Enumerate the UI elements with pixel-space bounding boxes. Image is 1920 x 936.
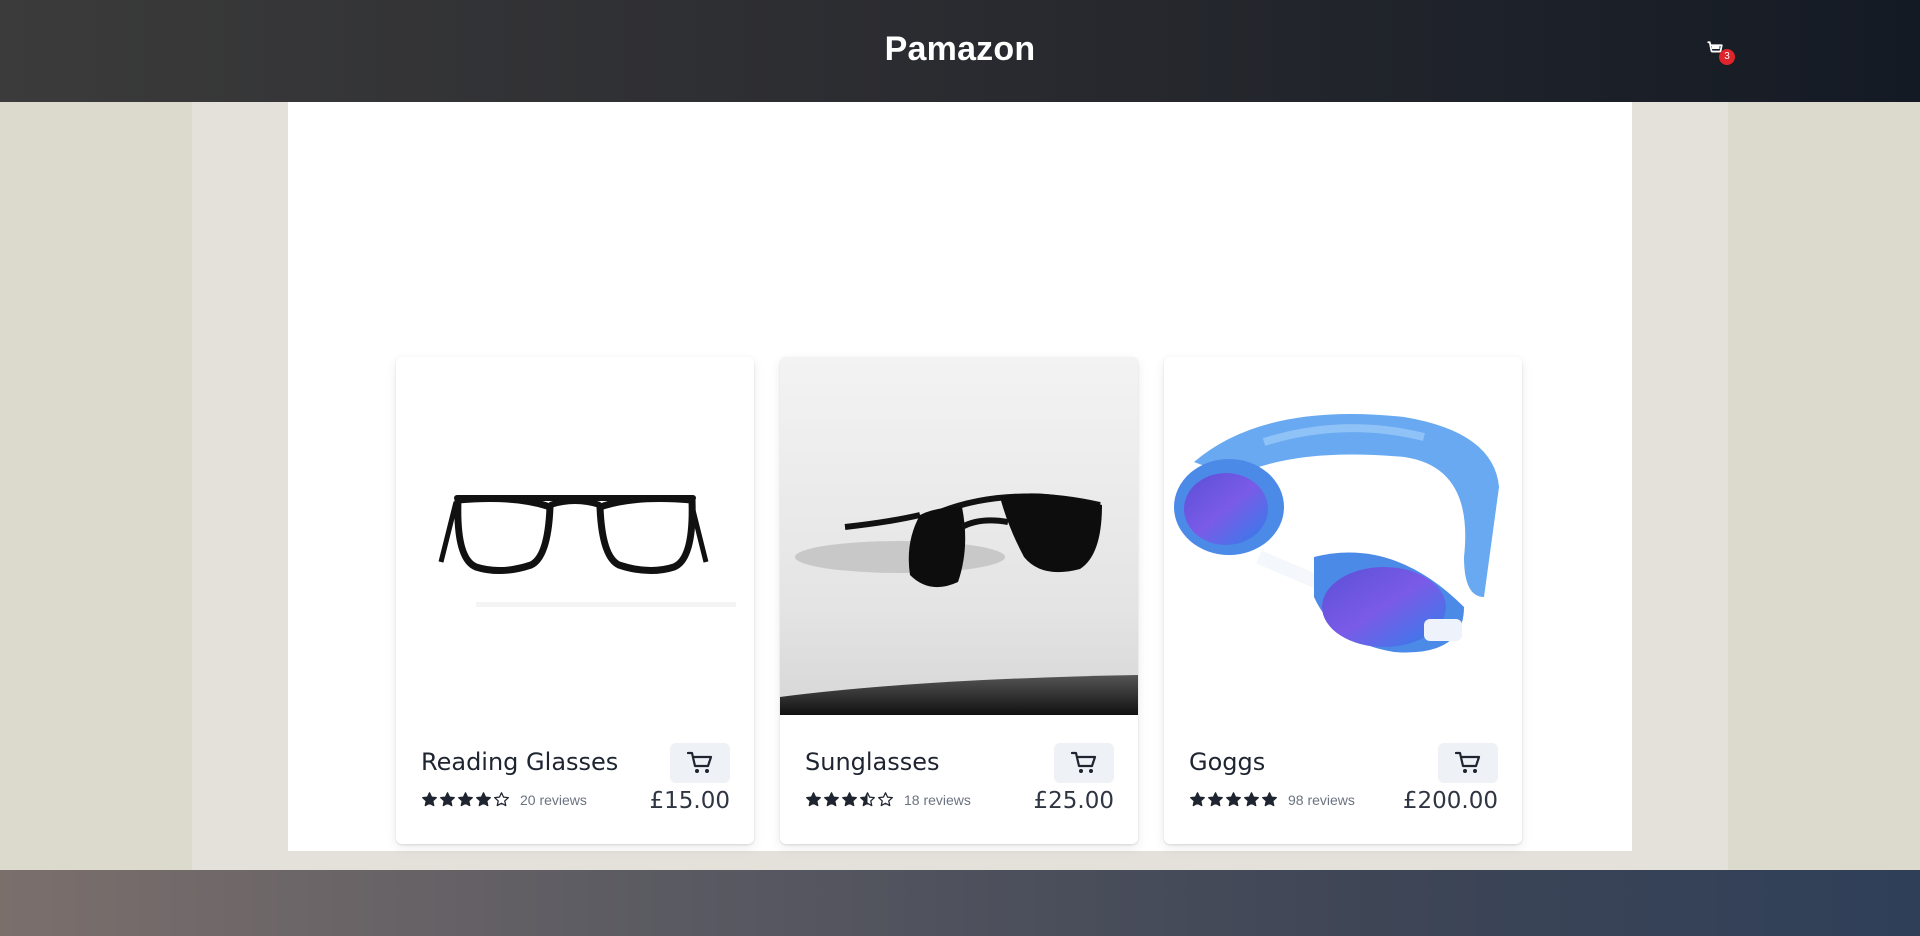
review-count[interactable]: 98 reviews (1288, 792, 1355, 808)
product-grid-container: Reading Glasses 20 reviews £15.00 Sungla… (288, 102, 1632, 851)
star-empty-icon (494, 792, 509, 807)
product-rating: 18 reviews (805, 791, 971, 808)
add-to-cart-button[interactable] (1054, 743, 1114, 783)
star-filled-icon (1208, 792, 1223, 807)
cart-icon (1455, 751, 1481, 773)
star-filled-icon (440, 792, 455, 807)
star-half-icon (860, 792, 875, 807)
product-rating: 20 reviews (421, 791, 587, 808)
product-card[interactable]: Goggs 98 reviews £200.00 (1164, 357, 1522, 844)
product-title[interactable]: Reading Glasses (421, 748, 618, 776)
header-cart-button[interactable]: 3 (1706, 40, 1736, 68)
product-title[interactable]: Sunglasses (805, 748, 940, 776)
cart-icon (687, 751, 713, 773)
top-navbar: Pamazon 3 (0, 0, 1920, 102)
product-card[interactable]: Sunglasses 18 reviews £25.00 (780, 357, 1138, 844)
star-filled-icon (1262, 792, 1277, 807)
star-filled-icon (458, 792, 473, 807)
star-filled-icon (824, 792, 839, 807)
swim-goggles-image[interactable] (1164, 357, 1522, 715)
product-price: £15.00 (649, 788, 730, 814)
star-rating (805, 791, 895, 808)
star-filled-icon (1190, 792, 1205, 807)
cart-icon (1071, 751, 1097, 773)
review-count[interactable]: 18 reviews (904, 792, 971, 808)
star-filled-icon (1244, 792, 1259, 807)
page-footer (0, 870, 1920, 936)
reading-glasses-image[interactable] (396, 357, 754, 715)
review-count[interactable]: 20 reviews (520, 792, 587, 808)
star-filled-icon (422, 792, 437, 807)
product-card[interactable]: Reading Glasses 20 reviews £15.00 (396, 357, 754, 844)
brand-logo[interactable]: Pamazon (0, 30, 1920, 69)
add-to-cart-button[interactable] (670, 743, 730, 783)
star-filled-icon (806, 792, 821, 807)
cart-count-badge: 3 (1719, 49, 1735, 65)
product-price: £25.00 (1033, 788, 1114, 814)
star-rating (421, 791, 511, 808)
star-rating (1189, 791, 1279, 808)
product-rating: 98 reviews (1189, 791, 1355, 808)
sunglasses-image[interactable] (780, 357, 1138, 715)
star-filled-icon (1226, 792, 1241, 807)
product-title[interactable]: Goggs (1189, 748, 1265, 776)
star-filled-icon (476, 792, 491, 807)
product-price: £200.00 (1402, 788, 1498, 814)
add-to-cart-button[interactable] (1438, 743, 1498, 783)
star-filled-icon (842, 792, 857, 807)
star-empty-icon (878, 792, 893, 807)
